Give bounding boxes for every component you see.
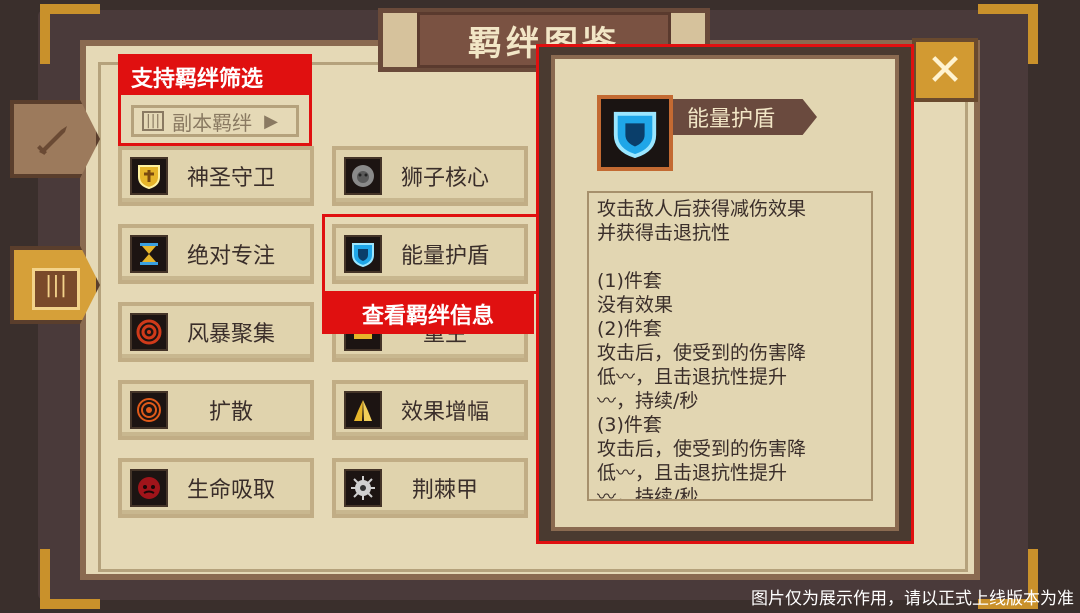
- bond-filter-icon: |||: [142, 111, 165, 131]
- spread-icon: [130, 391, 168, 429]
- life-drain-icon: [130, 469, 168, 507]
- corner-ornament: [978, 4, 1038, 64]
- bond-detail-title: 能量护盾: [673, 99, 817, 135]
- filter-annotation: 支持羁绊筛选 ||| 副本羁绊 ▶: [118, 54, 312, 146]
- bond-label: 狮子核心: [400, 166, 489, 191]
- bond-label: 风暴聚集: [186, 322, 275, 347]
- bond-button-thorn-armor[interactable]: 荆棘甲: [332, 458, 528, 518]
- holy-shield-icon: [130, 157, 168, 195]
- view-bond-info-annotation: 查看羁绊信息: [322, 294, 534, 334]
- bond-label: 荆棘甲: [411, 478, 478, 503]
- sword-icon: [32, 122, 74, 158]
- lion-icon: [344, 157, 382, 195]
- bond-detail-card: 能量护盾 攻击敌人后获得减伤效果 并获得击退抗性 (1)件套 没有效果 (2)件…: [551, 55, 899, 531]
- bond-label: 绝对专注: [186, 244, 275, 269]
- filter-dropdown-label: 副本羁绊: [172, 110, 253, 135]
- disclaimer-watermark: 图片仅为展示作用，请以正式上线版本为准: [751, 589, 1074, 609]
- bond-detail-description: 攻击敌人后获得减伤效果 并获得击退抗性 (1)件套 没有效果 (2)件套 攻击后…: [587, 191, 873, 501]
- pray-icon: [344, 391, 382, 429]
- close-icon: ✕: [926, 44, 964, 96]
- thorn-armor-icon: [344, 469, 382, 507]
- bond-label: 神圣守卫: [186, 166, 275, 191]
- storm-icon: [130, 313, 168, 351]
- bond-label: 扩散: [208, 400, 253, 425]
- bond-button-lion-core[interactable]: 狮子核心: [332, 146, 528, 206]
- selected-bond-highlight: [322, 214, 542, 294]
- bond-detail-panel: 能量护盾 攻击敌人后获得减伤效果 并获得击退抗性 (1)件套 没有效果 (2)件…: [536, 44, 914, 544]
- bond-label: 效果增幅: [400, 400, 489, 425]
- filter-annotation-label: 支持羁绊筛选: [121, 57, 309, 95]
- bond-button-storm-gather[interactable]: 风暴聚集: [118, 302, 314, 362]
- play-arrow-icon: ▶: [264, 110, 278, 132]
- hourglass-icon: [130, 235, 168, 273]
- energy-shield-icon: [597, 95, 673, 171]
- bond-filter-dropdown[interactable]: ||| 副本羁绊 ▶: [131, 105, 299, 137]
- close-button[interactable]: ✕: [912, 38, 978, 102]
- bond-button-absolute-focus[interactable]: 绝对专注: [118, 224, 314, 284]
- bond-button-holy-guard[interactable]: 神圣守卫: [118, 146, 314, 206]
- bond-button-effect-boost[interactable]: 效果增幅: [332, 380, 528, 440]
- bond-label: 生命吸取: [186, 478, 275, 503]
- bond-button-spread[interactable]: 扩散: [118, 380, 314, 440]
- bond-button-life-drain[interactable]: 生命吸取: [118, 458, 314, 518]
- bond-book-icon: |||: [32, 268, 80, 310]
